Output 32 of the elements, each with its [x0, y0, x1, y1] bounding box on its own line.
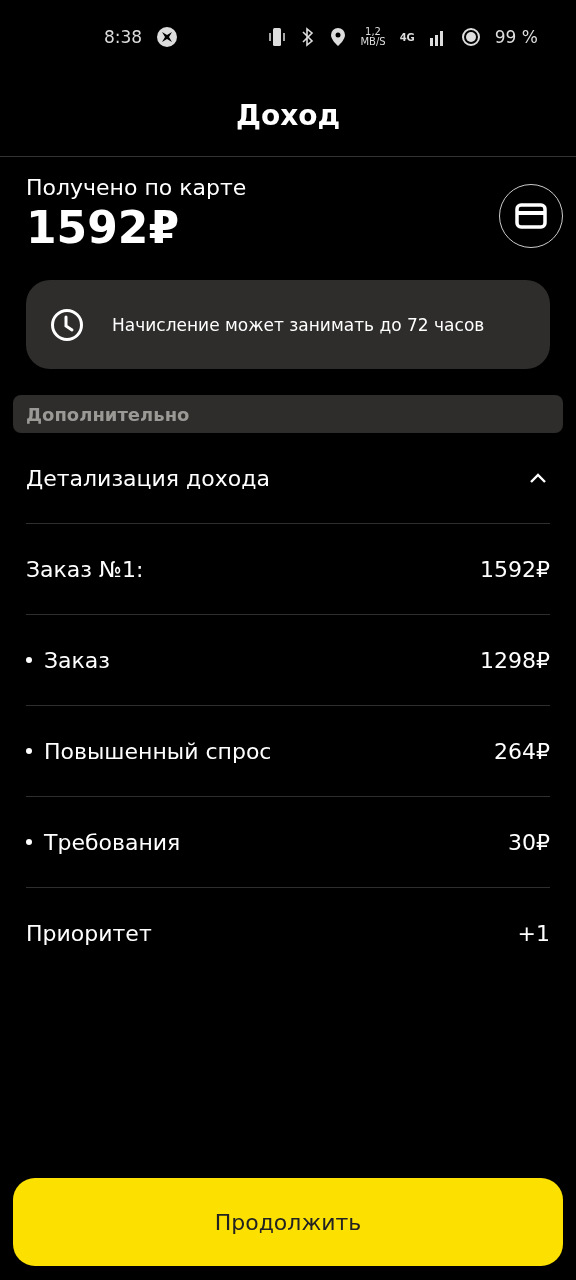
- summary-amount: 1592₽: [26, 201, 181, 255]
- section-title: Дополнительно: [26, 403, 190, 425]
- row-label: Требования: [44, 829, 182, 855]
- chevron-icon: [529, 472, 547, 484]
- bullet-icon: [26, 657, 32, 663]
- vibrate-icon: [268, 27, 287, 47]
- row-value: 1592₽: [480, 556, 550, 582]
- data-speed: 1,2: [365, 27, 381, 37]
- clock-time: 8:38: [104, 27, 143, 47]
- details-title: Детализация дохода: [26, 465, 271, 491]
- battery-icon: [460, 27, 481, 47]
- clock-icon: [50, 307, 84, 342]
- row-value: 30₽: [508, 829, 550, 855]
- summary-label: Получено по карте: [26, 175, 248, 200]
- row-label: Повышенный спрос: [44, 738, 273, 764]
- bullet-icon: [26, 839, 32, 845]
- bullet-icon: [26, 748, 32, 754]
- row-label: Приоритет: [26, 920, 153, 946]
- row-label: Заказ №1:: [26, 556, 145, 582]
- row-value: +1: [517, 920, 550, 946]
- row-value: 264₽: [494, 738, 550, 764]
- continue-button[interactable]: Продолжить: [13, 1178, 563, 1266]
- location-icon: [330, 27, 347, 47]
- row-label: Заказ: [44, 647, 112, 673]
- battery-level: 99 %: [494, 27, 538, 47]
- network-type: 4G: [399, 31, 415, 43]
- page-title: Доход: [235, 98, 341, 132]
- notification-icon: [156, 26, 179, 48]
- notice-text: Начисление может занимать до 72 часов: [112, 314, 485, 335]
- speed-unit: MB/S: [360, 37, 386, 47]
- row-value: 1298₽: [480, 647, 550, 673]
- credit-card-icon: [515, 202, 547, 229]
